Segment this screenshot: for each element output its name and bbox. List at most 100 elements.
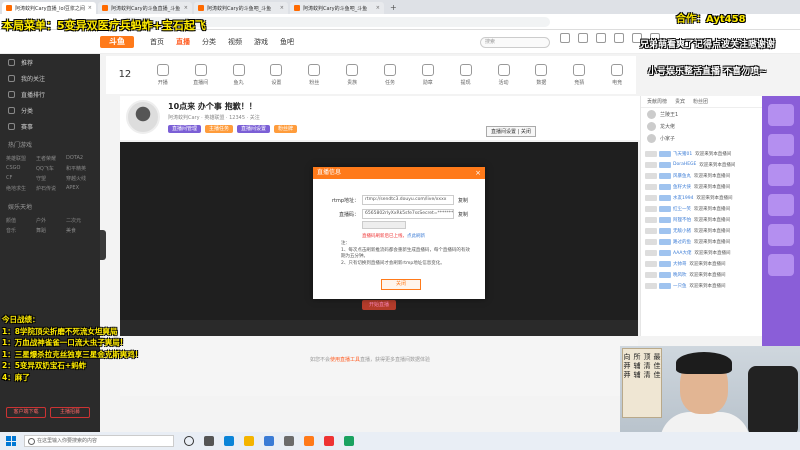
- sidebar-game[interactable]: APEX: [66, 185, 94, 192]
- sidebar-item-recommend[interactable]: 推荐: [0, 54, 100, 70]
- tool-item[interactable]: 勋章: [409, 64, 447, 86]
- room-badge[interactable]: 主播任务: [205, 125, 234, 133]
- room-badge[interactable]: 粉丝牌: [274, 125, 298, 133]
- close-tab-icon[interactable]: ×: [376, 5, 380, 11]
- chat-username[interactable]: 路过的鱼: [673, 239, 691, 245]
- sidebar-item-category[interactable]: 分类: [0, 102, 100, 118]
- sidebar-game[interactable]: DOTA2: [66, 155, 94, 162]
- chat-username[interactable]: 水友1994: [673, 195, 693, 201]
- tool-item[interactable]: 竞猜: [560, 64, 598, 86]
- promo-gift-icon[interactable]: [768, 104, 794, 126]
- browser-tab-3[interactable]: 阿涛蚊判Cary的斗鱼吧_斗鱼 ×: [194, 2, 288, 14]
- douyu-app-icon[interactable]: [304, 436, 314, 446]
- room-settings-button[interactable]: 直播间设置 | 关闭: [486, 126, 536, 137]
- task-view-icon[interactable]: [184, 436, 194, 446]
- chat-username[interactable]: 晚风吹: [673, 272, 687, 278]
- chat-username[interactable]: 飞天猪01: [673, 151, 692, 157]
- copy-rtmp-button[interactable]: 复制: [458, 197, 468, 204]
- windows-start-icon[interactable]: [6, 436, 16, 446]
- sidebar-game[interactable]: QQ飞车: [36, 165, 64, 172]
- tool-item[interactable]: 贵族: [333, 64, 371, 86]
- file-explorer-icon[interactable]: [204, 436, 214, 446]
- tool-item[interactable]: 活动: [485, 64, 523, 86]
- sidebar-game[interactable]: 守望: [36, 175, 64, 182]
- folder-icon[interactable]: [244, 436, 254, 446]
- sidebar-item-follow[interactable]: 我的关注: [0, 70, 100, 86]
- sidebar-item-rank[interactable]: 直播排行: [0, 86, 100, 102]
- sidebar-item-esports[interactable]: 赛事: [0, 118, 100, 134]
- tool-item[interactable]: 设置: [257, 64, 295, 86]
- stream-code-field[interactable]: 6565802rlyXxRk5sfe7ssSecret=*********: [362, 209, 454, 219]
- nav-live[interactable]: 直播: [176, 37, 190, 47]
- room-badge[interactable]: 直播间管理: [168, 125, 202, 133]
- browser-tab-1[interactable]: 阿涛蚊判Cary直播_lol豆浆之间 ×: [2, 2, 96, 14]
- chat-username[interactable]: 红尘一笑: [673, 206, 691, 212]
- sidebar-game[interactable]: 美食: [66, 227, 94, 234]
- room-badge[interactable]: 直播间设置: [237, 125, 271, 133]
- nav-games[interactable]: 游戏: [254, 37, 268, 47]
- taskbar-search-input[interactable]: 在这里输入你要搜索的内容: [24, 435, 174, 447]
- close-tab-icon[interactable]: ×: [280, 5, 284, 11]
- download-icon[interactable]: [614, 33, 624, 43]
- sidebar-game[interactable]: 二次元: [66, 217, 94, 224]
- follow-icon[interactable]: [578, 33, 588, 43]
- chat-username[interactable]: 大帅哥: [673, 261, 687, 267]
- promo-gift-icon[interactable]: [768, 254, 794, 276]
- promo-gift-icon[interactable]: [768, 164, 794, 186]
- sidebar-game[interactable]: 王者荣耀: [36, 155, 64, 162]
- sidebar-game[interactable]: 炉石传说: [36, 185, 64, 192]
- app-icon[interactable]: [284, 436, 294, 446]
- browser-tab-4[interactable]: 阿涛蚊判Cary的斗鱼吧_斗鱼 ×: [290, 2, 384, 14]
- nav-home[interactable]: 首页: [150, 37, 164, 47]
- tool-item[interactable]: 数据: [522, 64, 560, 86]
- tool-item[interactable]: 直播间: [182, 64, 220, 86]
- nav-video[interactable]: 视频: [228, 37, 242, 47]
- rtmp-field[interactable]: rtmp://sendtc3.douyu.com/live/xxxx: [362, 195, 454, 205]
- tool-item[interactable]: 任务: [371, 64, 409, 86]
- douyu-logo[interactable]: 斗鱼: [100, 36, 134, 48]
- chat-username[interactable]: 阿狸不怕: [673, 217, 691, 223]
- new-tab-button[interactable]: +: [390, 3, 397, 12]
- promo-gift-icon[interactable]: [768, 194, 794, 216]
- tool-item[interactable]: 鱼丸: [220, 64, 258, 86]
- rank-row[interactable]: 小家子: [641, 132, 762, 144]
- chat-username[interactable]: 无敌小猪: [673, 228, 691, 234]
- streamer-recruit-button[interactable]: 主播招募: [50, 407, 90, 418]
- sidebar-game[interactable]: 穿越火线: [66, 175, 94, 182]
- refresh-link[interactable]: 点此刷新: [407, 234, 425, 239]
- sidebar-game[interactable]: 英雄联盟: [6, 155, 34, 162]
- chat-username[interactable]: 鱼籽大侠: [673, 184, 691, 190]
- hint-link[interactable]: 使用直播工具: [330, 357, 360, 363]
- chat-username[interactable]: 风暴鱼丸: [673, 173, 691, 179]
- nav-category[interactable]: 分类: [202, 37, 216, 47]
- start-live-button[interactable]: 开始直播: [362, 300, 396, 310]
- close-tab-icon[interactable]: ×: [88, 5, 92, 11]
- tab-weekly-rank[interactable]: 贡献周榜: [647, 98, 667, 105]
- promo-gift-icon[interactable]: [768, 224, 794, 246]
- sidebar-game[interactable]: CSGO: [6, 165, 34, 172]
- edge-browser-icon[interactable]: [224, 436, 234, 446]
- copy-code-button[interactable]: 复制: [458, 211, 468, 218]
- search-input[interactable]: 搜索: [480, 37, 550, 48]
- sidebar-game[interactable]: 音乐: [6, 227, 34, 234]
- sidebar-game[interactable]: 舞蹈: [36, 227, 64, 234]
- obs-icon[interactable]: [324, 436, 334, 446]
- close-tab-icon[interactable]: ×: [184, 5, 188, 11]
- rank-row[interactable]: 兰陵王1: [641, 108, 762, 120]
- dialog-close-button[interactable]: 关闭: [381, 279, 421, 290]
- store-icon[interactable]: [264, 436, 274, 446]
- client-download-button[interactable]: 客户端下载: [6, 407, 46, 418]
- tab-fans[interactable]: 粉丝团: [693, 98, 708, 105]
- chat-username[interactable]: AAA大佬: [673, 250, 692, 256]
- message-icon[interactable]: [596, 33, 606, 43]
- rank-row[interactable]: 龙大佬: [641, 120, 762, 132]
- promo-gift-icon[interactable]: [768, 134, 794, 156]
- sidebar-game[interactable]: 绝地求生: [6, 185, 34, 192]
- close-icon[interactable]: ×: [475, 167, 481, 179]
- nav-fishbar[interactable]: 鱼吧: [280, 37, 294, 47]
- browser-tab-2[interactable]: 阿涛蚊判Cary的斗鱼直播_斗鱼 ×: [98, 2, 192, 14]
- tab-vip[interactable]: 贵宾: [675, 98, 685, 105]
- sidebar-game[interactable]: 和平精英: [66, 165, 94, 172]
- chrome-icon[interactable]: [344, 436, 354, 446]
- chat-username[interactable]: DoraHEGE: [673, 162, 696, 167]
